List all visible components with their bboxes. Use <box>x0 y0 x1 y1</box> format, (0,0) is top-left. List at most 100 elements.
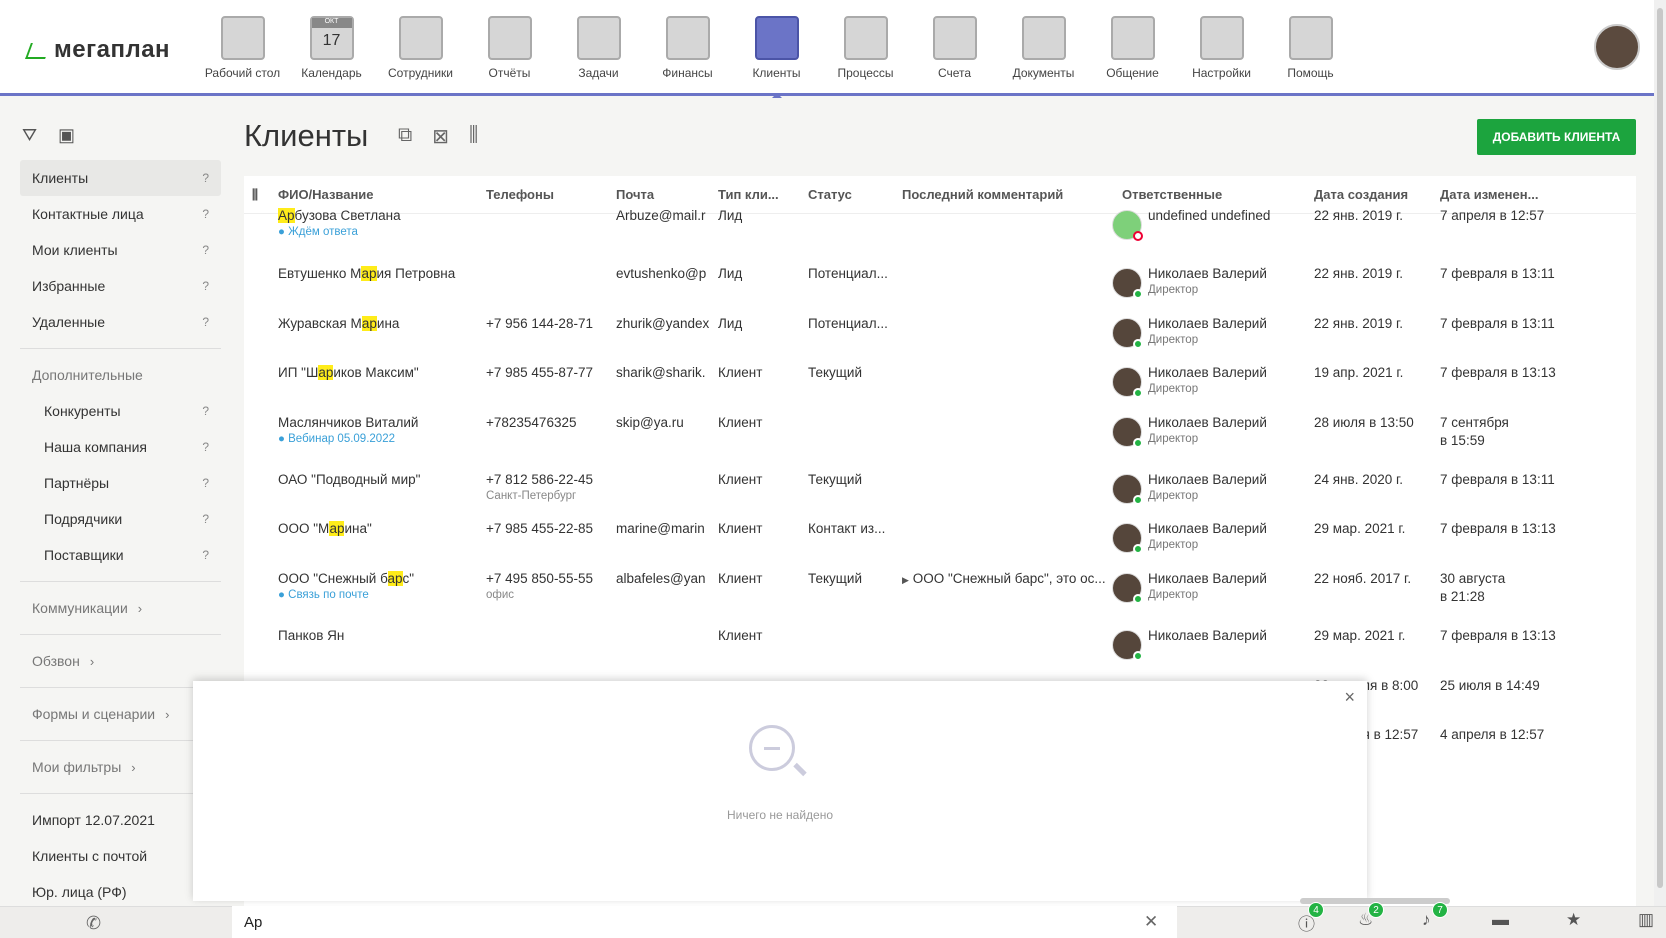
fire-icon[interactable]: ♨ 2 <box>1358 902 1384 930</box>
client-email[interactable]: marine@marin <box>616 521 712 536</box>
sidebar-item[interactable]: Поставщики? <box>20 537 221 573</box>
page-scrollbar-thumb[interactable] <box>1657 8 1663 888</box>
client-name[interactable]: ООО "Марина" <box>278 521 478 539</box>
client-email[interactable]: sharik@sharik. <box>616 365 712 380</box>
megaplan-logo[interactable]: мегаплан <box>25 36 170 64</box>
sidebar-item[interactable]: Конкуренты? <box>20 393 221 429</box>
sidebar-filter-item[interactable]: Импорт 12.07.2021 <box>20 802 221 838</box>
sidebar-item[interactable]: Избранные? <box>20 268 221 304</box>
responsible[interactable]: undefined undefined <box>1148 208 1308 226</box>
responsible[interactable]: Николаев Валерий Директор <box>1148 365 1308 395</box>
client-name[interactable]: ООО "Снежный барс" ● Связь по почте <box>278 571 478 601</box>
nav-item-calendar[interactable]: ОКТ 17 Календарь <box>287 10 376 94</box>
responsible-avatar[interactable] <box>1112 417 1143 448</box>
messages-icon[interactable]: ▬ <box>1492 910 1509 930</box>
sidebar-item[interactable]: Подрядчики? <box>20 501 221 537</box>
columns-settings-icon[interactable]: ⫼ <box>469 124 478 149</box>
client-name[interactable]: Евтушенко Мария Петровна <box>278 266 478 284</box>
client-email[interactable]: skip@ya.ru <box>616 415 712 430</box>
table-row[interactable]: Маслянчиков Виталий ● Вебинар 05.09.2022 +… <box>244 415 1636 465</box>
sidebar-item[interactable]: Контактные лица? <box>20 196 221 232</box>
responsible[interactable]: Николаев Валерий Директор <box>1148 316 1308 346</box>
excel-export-icon[interactable]: ⊠ <box>432 124 449 149</box>
table-row[interactable]: Панков Ян Клиент Николаев Валерий 29 мар. 2… <box>244 628 1636 678</box>
column-header[interactable]: Дата создания <box>1314 187 1408 202</box>
user-avatar[interactable] <box>1594 24 1640 70</box>
nav-item-tasks[interactable]: Задачи <box>554 10 643 94</box>
client-email[interactable]: zhurik@yandex <box>616 316 712 331</box>
responsible-avatar[interactable] <box>1112 523 1143 554</box>
responsible-avatar[interactable] <box>1112 268 1143 299</box>
responsible[interactable]: Николаев Валерий Директор <box>1148 571 1308 601</box>
table-row[interactable]: ООО "Марина" +7 985 455-22-85 marine@marin… <box>244 521 1636 571</box>
client-name[interactable]: ОАО "Подводный мир" <box>278 472 478 490</box>
responsible[interactable]: Николаев Валерий Директор <box>1148 266 1308 296</box>
help-icon[interactable]: ? <box>202 268 209 304</box>
nav-item-clients-book[interactable]: Клиенты <box>732 10 821 98</box>
table-row[interactable]: ООО "Снежный барс" ● Связь по почте +7 495… <box>244 571 1636 621</box>
help-icon[interactable]: ? <box>202 232 209 268</box>
responsible-avatar[interactable] <box>1112 367 1143 398</box>
sidebar-group[interactable]: Коммуникации › <box>20 590 221 626</box>
help-icon[interactable]: ? <box>202 465 209 501</box>
column-header[interactable]: Дата изменен... <box>1440 187 1538 202</box>
client-email[interactable]: evtushenko@p <box>616 266 712 281</box>
responsible-avatar[interactable] <box>1112 573 1143 604</box>
filter-add-icon[interactable]: ⛛ <box>22 126 44 144</box>
copy-icon[interactable]: ⧉ <box>398 124 412 149</box>
responsible[interactable]: Николаев Валерий Директор <box>1148 472 1308 502</box>
column-settings-icon[interactable]: ⫼ <box>252 187 258 203</box>
help-icon[interactable]: ? <box>202 537 209 573</box>
sidebar-item[interactable]: Удаленные? <box>20 304 221 340</box>
sidebar-filter-item[interactable]: Юр. лица (РФ) <box>20 874 221 910</box>
client-email[interactable]: albafeles@yan <box>616 571 712 586</box>
sidebar-item[interactable]: Наша компания? <box>20 429 221 465</box>
help-icon[interactable]: ? <box>202 429 209 465</box>
sidebar-filter-item[interactable]: Клиенты с почтой <box>20 838 221 874</box>
responsible[interactable]: Николаев Валерий <box>1148 628 1308 646</box>
responsible-avatar[interactable] <box>1112 210 1143 241</box>
nav-item-chat[interactable]: Общение <box>1088 10 1177 94</box>
help-icon[interactable]: ? <box>202 160 209 196</box>
client-name[interactable]: Арбузова Светлана ● Ждём ответа <box>278 208 478 238</box>
client-name[interactable]: Журавская Марина <box>278 316 478 334</box>
client-name[interactable]: Панков Ян <box>278 628 478 646</box>
help-icon[interactable]: ? <box>202 393 209 429</box>
column-header[interactable]: ФИО/Название <box>278 187 374 202</box>
sidebar-group[interactable]: Мои фильтры › <box>20 749 221 785</box>
nav-item-settings-gear[interactable]: Настройки <box>1177 10 1266 94</box>
favorites-star-icon[interactable]: ★ <box>1566 910 1581 930</box>
table-row[interactable]: Журавская Марина +7 956 144-28-71 zhurik@y… <box>244 316 1636 366</box>
nav-item-documents-folder[interactable]: Документы <box>999 10 1088 94</box>
responsible-avatar[interactable] <box>1112 474 1143 505</box>
last-comment[interactable]: ▶ ООО "Снежный барс", это ос... <box>902 571 1112 586</box>
help-icon[interactable]: ? <box>202 196 209 232</box>
add-client-button[interactable]: ДОБАВИТЬ КЛИЕНТА <box>1477 119 1636 155</box>
nav-item-employees[interactable]: Сотрудники <box>376 10 465 94</box>
sidebar-item[interactable]: Мои клиенты? <box>20 232 221 268</box>
folder-add-icon[interactable]: ▣ <box>58 126 80 144</box>
responsible[interactable]: Николаев Валерий Директор <box>1148 415 1308 445</box>
help-icon[interactable]: ? <box>202 501 209 537</box>
table-row[interactable]: Арбузова Светлана ● Ждём ответа Arbuze@mai… <box>244 208 1636 258</box>
nav-item-help-lifebuoy[interactable]: Помощь <box>1266 10 1355 94</box>
sidebar-item[interactable]: Клиенты? <box>20 160 221 196</box>
table-row[interactable]: Евтушенко Мария Петровна evtushenko@p Лид П… <box>244 266 1636 316</box>
client-name[interactable]: Маслянчиков Виталий ● Вебинар 05.09.2022 <box>278 415 478 445</box>
responsible-avatar[interactable] <box>1112 630 1143 661</box>
sidebar-group[interactable]: Обзвон › <box>20 643 221 679</box>
column-header[interactable]: Телефоны <box>486 187 554 202</box>
sidebar-group[interactable]: Формы и сценарии › <box>20 696 221 732</box>
nav-item-reports[interactable]: Отчёты <box>465 10 554 94</box>
search-clear-icon[interactable]: ✕ <box>1144 912 1158 932</box>
phone-icon[interactable]: ✆ <box>86 913 101 934</box>
column-header[interactable]: Почта <box>616 187 654 202</box>
nav-item-invoices[interactable]: Счета <box>910 10 999 94</box>
guide-book-icon[interactable]: ▥ <box>1638 910 1654 930</box>
popup-close-icon[interactable]: × <box>1344 687 1355 708</box>
bell-icon[interactable]: ♪ 7 <box>1422 902 1448 930</box>
nav-item-dashboard[interactable]: Рабочий стол <box>198 10 287 94</box>
global-search-input[interactable] <box>232 906 1177 938</box>
client-email[interactable]: Arbuze@mail.r <box>616 208 712 223</box>
column-header[interactable]: Ответственные <box>1122 187 1222 202</box>
